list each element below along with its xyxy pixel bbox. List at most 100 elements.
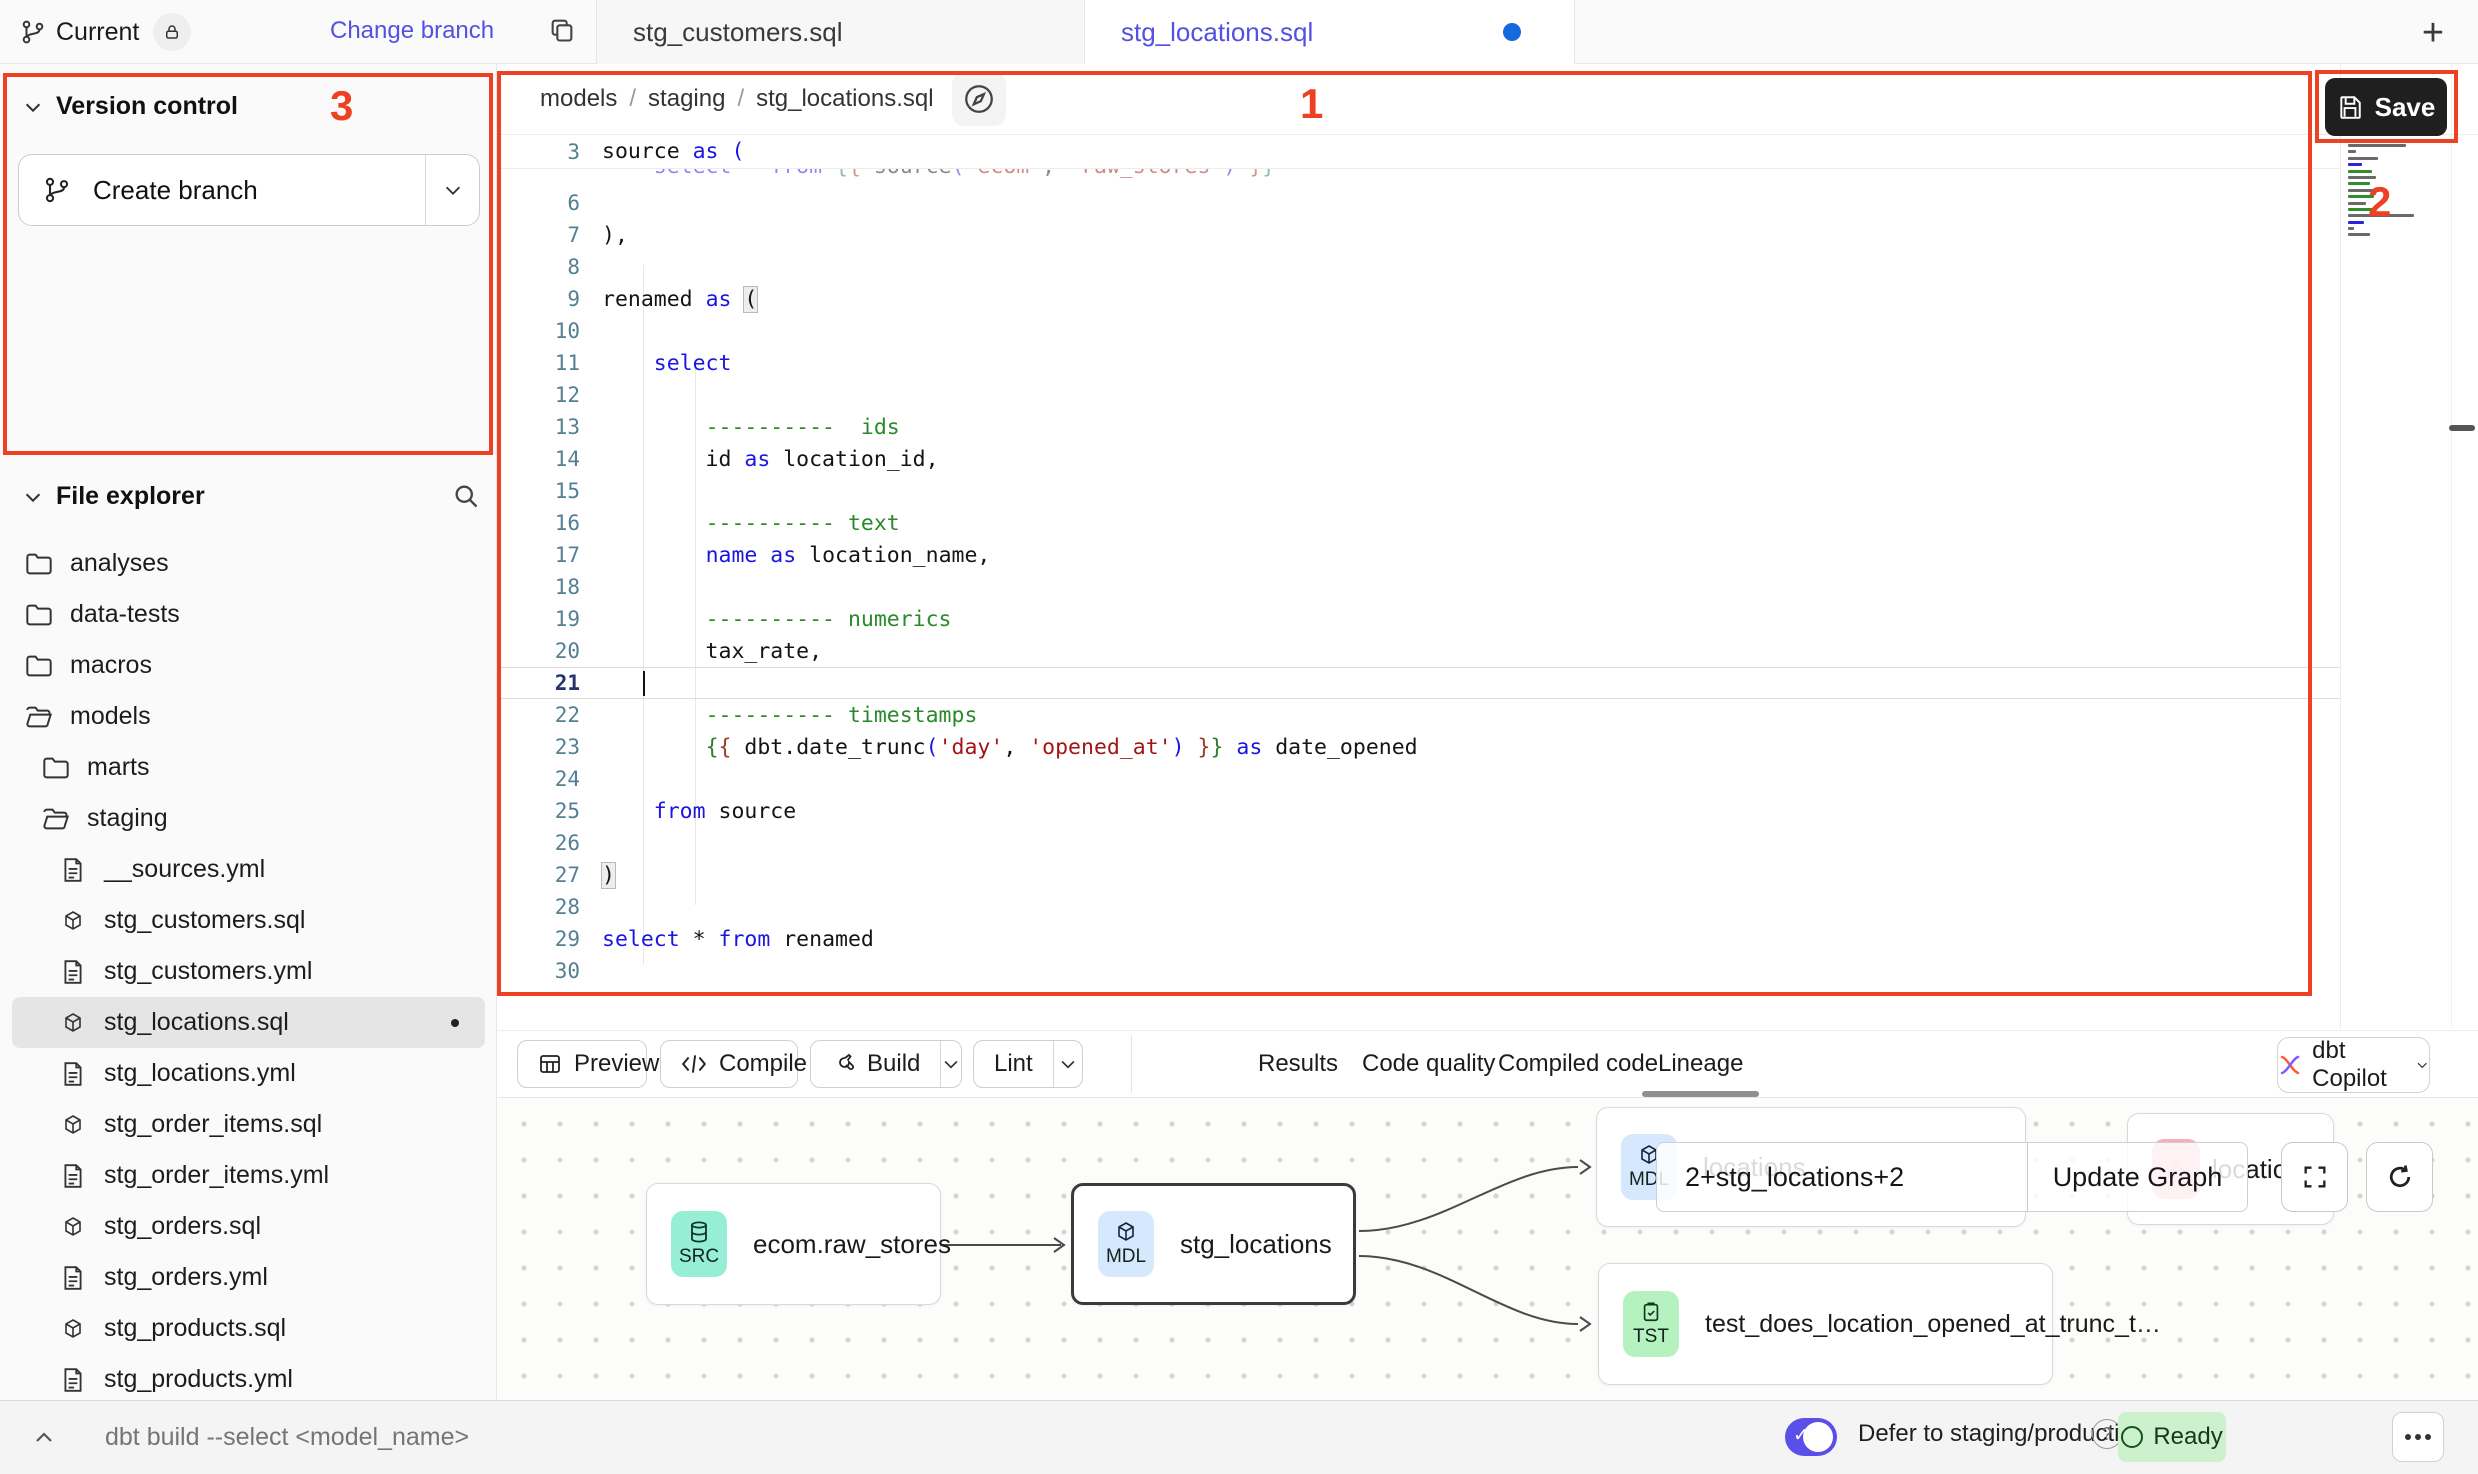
code-line-14[interactable]: 14 id as location_id, xyxy=(498,443,2340,475)
fullscreen-button[interactable] xyxy=(2281,1142,2348,1212)
code-line-21[interactable]: 21 xyxy=(498,667,2340,699)
file-tree-item-analyses[interactable]: analyses xyxy=(0,538,497,589)
code-line-5[interactable]: select * from {{ source('ecom', 'raw_sto… xyxy=(498,169,2340,187)
code-line-25[interactable]: 25 from source xyxy=(498,795,2340,827)
code-line-30[interactable]: 30 xyxy=(498,955,2340,987)
preview-main[interactable]: Preview xyxy=(518,1041,679,1087)
code-line-8[interactable]: 8 xyxy=(498,251,2340,283)
code-line-23[interactable]: 23 {{ dbt.date_trunc('day', 'opened_at')… xyxy=(498,731,2340,763)
breadcrumb-models[interactable]: models xyxy=(540,85,617,113)
code-line-20[interactable]: 20 tax_rate, xyxy=(498,635,2340,667)
code-line-27[interactable]: 27) xyxy=(498,859,2340,891)
file-tree-item-data-tests[interactable]: data-tests xyxy=(0,589,497,640)
current-branch-widget[interactable]: Current xyxy=(20,14,191,50)
code-line-16[interactable]: 16 ---------- text xyxy=(498,507,2340,539)
code-editor[interactable]: 3source as ( select * from {{ source('ec… xyxy=(498,135,2340,1028)
compile-main[interactable]: Compile xyxy=(661,1041,827,1087)
breadcrumb-file[interactable]: stg_locations.sql xyxy=(756,85,933,113)
new-tab-button[interactable]: + xyxy=(2408,8,2458,58)
lineage-canvas[interactable]: SRC ecom.raw_stores MDL stg_locations MD… xyxy=(498,1098,2478,1400)
more-options-button[interactable] xyxy=(2392,1412,2444,1462)
file-tree-item-stg-orders-sql[interactable]: stg_orders.sql xyxy=(0,1201,497,1252)
tab-code-quality[interactable]: Code quality xyxy=(1362,1031,1495,1097)
code-line-6[interactable]: 6 xyxy=(498,187,2340,219)
lineage-selector-input[interactable]: 2+stg_locations+2 xyxy=(1657,1143,2027,1211)
panel-resize-handle[interactable] xyxy=(2449,425,2475,431)
code-line-24[interactable]: 24 xyxy=(498,763,2340,795)
copy-icon[interactable] xyxy=(548,16,576,44)
file-explorer-header[interactable]: File explorer xyxy=(22,482,205,511)
file-tree-item-stg-products-yml[interactable]: stg_products.yml xyxy=(0,1354,497,1405)
lineage-node-source[interactable]: SRC ecom.raw_stores xyxy=(646,1183,941,1305)
file-tree-item-stg-customers-sql[interactable]: stg_customers.sql xyxy=(0,895,497,946)
code-line-15[interactable]: 15 xyxy=(498,475,2340,507)
version-control-header[interactable]: Version control xyxy=(22,92,238,121)
create-branch-button[interactable]: Create branch xyxy=(18,154,480,226)
lineage-node-stg-locations[interactable]: MDL stg_locations xyxy=(1071,1183,1356,1305)
file-tree-item-stg-order-items-yml[interactable]: stg_order_items.yml xyxy=(0,1150,497,1201)
breadcrumb-staging[interactable]: staging xyxy=(648,85,725,113)
update-graph-button[interactable]: Update Graph xyxy=(2027,1143,2247,1211)
compile-button[interactable]: Compile xyxy=(660,1040,798,1088)
file-tree-item-staging[interactable]: staging xyxy=(0,793,497,844)
defer-toggle[interactable]: ✓ xyxy=(1785,1418,1837,1456)
command-input[interactable]: dbt build --select <model_name> xyxy=(105,1423,469,1452)
code-line-3[interactable]: 3source as ( xyxy=(498,135,2340,169)
create-branch-main[interactable]: Create branch xyxy=(19,155,425,225)
chevron-down-icon xyxy=(2415,1056,2429,1074)
code-line-26[interactable]: 26 xyxy=(498,827,2340,859)
tab-lineage[interactable]: Lineage xyxy=(1658,1031,1743,1097)
tab-stg-locations[interactable]: stg_locations.sql xyxy=(1085,0,1575,64)
file-tree-item-marts[interactable]: marts xyxy=(0,742,497,793)
code-line-9[interactable]: 9renamed as ( xyxy=(498,283,2340,315)
code-line-12[interactable]: 12 xyxy=(498,379,2340,411)
code-line-11[interactable]: 11 select xyxy=(498,347,2340,379)
cube-icon xyxy=(1114,1220,1138,1244)
tab-stg-customers[interactable]: stg_customers.sql xyxy=(597,0,1085,64)
search-icon[interactable] xyxy=(452,482,480,510)
file-tree-item-stg-locations-yml[interactable]: stg_locations.yml xyxy=(0,1048,497,1099)
file-tree-item-stg-orders-yml[interactable]: stg_orders.yml xyxy=(0,1252,497,1303)
file-tree-item-stg-locations-sql[interactable]: stg_locations.sql xyxy=(12,997,485,1048)
code-line-17[interactable]: 17 name as location_name, xyxy=(498,539,2340,571)
file-tree-item-stg-customers-yml[interactable]: stg_customers.yml xyxy=(0,946,497,997)
lineage-node-test[interactable]: TST test_does_location_opened_at_trunc_t… xyxy=(1598,1263,2053,1385)
code-line-19[interactable]: 19 ---------- numerics xyxy=(498,603,2340,635)
tab-compiled-code[interactable]: Compiled code xyxy=(1498,1031,1658,1097)
build-dropdown[interactable] xyxy=(940,1041,961,1087)
lint-button[interactable]: Lint xyxy=(973,1040,1083,1088)
file-tree-item--sources-yml[interactable]: __sources.yml xyxy=(0,844,497,895)
file-tree-item-stg-products-sql[interactable]: stg_products.sql xyxy=(0,1303,497,1354)
code-line-29[interactable]: 29select * from renamed xyxy=(498,923,2340,955)
scrollbar-track[interactable] xyxy=(2451,64,2452,1028)
code-line-7[interactable]: 7), xyxy=(498,219,2340,251)
create-branch-dropdown[interactable] xyxy=(425,155,479,225)
node-label: stg_locations xyxy=(1180,1229,1332,1260)
save-button[interactable]: Save xyxy=(2325,78,2447,136)
expand-command-bar-button[interactable] xyxy=(22,1421,66,1455)
tab-results[interactable]: Results xyxy=(1258,1031,1338,1097)
preview-button[interactable]: Preview xyxy=(517,1040,647,1088)
minimap[interactable] xyxy=(2348,144,2448,240)
file-doc-icon xyxy=(58,1061,88,1087)
change-branch-link[interactable]: Change branch xyxy=(330,17,494,45)
status-badge[interactable]: Ready xyxy=(2118,1412,2226,1462)
code-line-22[interactable]: 22 ---------- timestamps xyxy=(498,699,2340,731)
code-line-28[interactable]: 28 xyxy=(498,891,2340,923)
lint-main[interactable]: Lint xyxy=(974,1041,1053,1087)
database-icon xyxy=(687,1220,711,1244)
build-button[interactable]: Build xyxy=(810,1040,962,1088)
refresh-button[interactable] xyxy=(2366,1142,2433,1212)
file-tree-item-stg-order-items-sql[interactable]: stg_order_items.sql xyxy=(0,1099,497,1150)
dbt-copilot-button[interactable]: dbt Copilot xyxy=(2277,1037,2430,1093)
file-name: __sources.yml xyxy=(104,855,265,884)
code-line-10[interactable]: 10 xyxy=(498,315,2340,347)
code-line-13[interactable]: 13 ---------- ids xyxy=(498,411,2340,443)
lint-dropdown[interactable] xyxy=(1053,1041,1082,1087)
copilot-compass-icon[interactable] xyxy=(952,72,1006,126)
build-main[interactable]: Build xyxy=(811,1041,940,1087)
code-line-18[interactable]: 18 xyxy=(498,571,2340,603)
file-tree-item-models[interactable]: models xyxy=(0,691,497,742)
file-tree-item-macros[interactable]: macros xyxy=(0,640,497,691)
folder-open-icon xyxy=(41,807,71,831)
